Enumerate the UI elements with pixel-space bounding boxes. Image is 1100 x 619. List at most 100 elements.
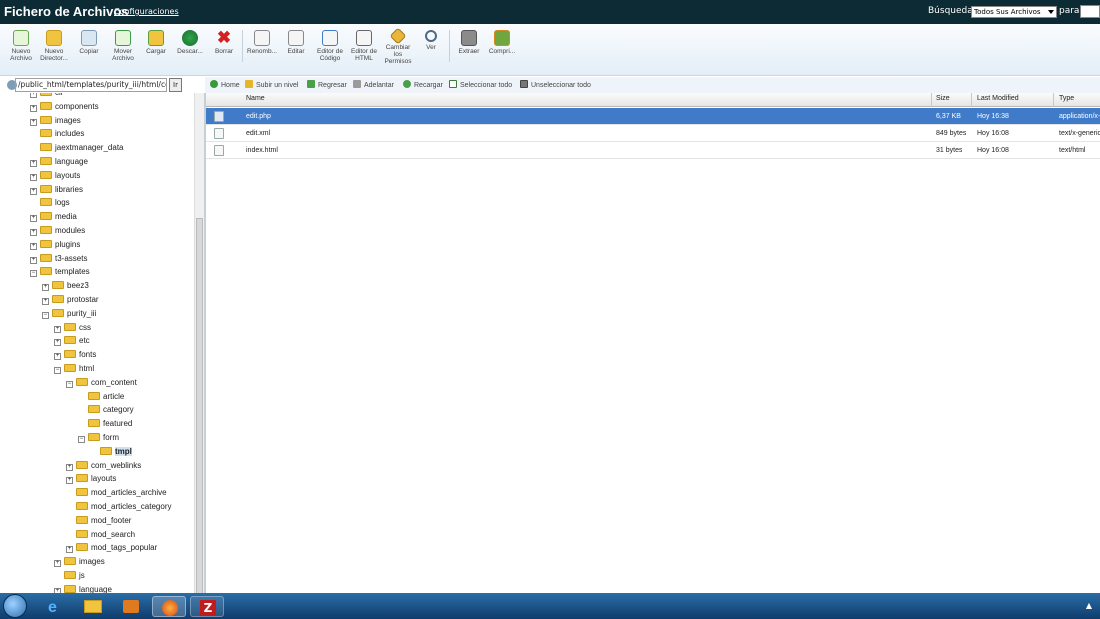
download-button[interactable]: Descar... [173,30,207,55]
collapse-icon[interactable]: − [30,270,37,278]
expand-icon[interactable]: + [30,160,37,167]
tree-node[interactable]: + cli [30,93,63,99]
tree-node[interactable]: + language [54,583,112,593]
unselect-all-button[interactable]: Unseleccionar todo [520,80,591,89]
tree-node[interactable]: featured [78,417,132,430]
collapse-icon[interactable]: − [78,436,85,443]
column-last-modified[interactable]: Last Modified [977,95,1019,102]
column-size[interactable]: Size [936,95,950,102]
tree-node[interactable]: logs [30,196,70,209]
expand-icon[interactable]: + [42,298,49,305]
home-button[interactable]: Home [210,80,240,89]
tree-node[interactable]: − templates [30,265,90,278]
firefox-icon[interactable] [152,596,186,617]
column-type[interactable]: Type [1059,95,1074,102]
media-player-icon[interactable] [114,596,148,617]
view-button[interactable]: Ver [414,30,448,51]
expand-icon[interactable]: + [66,463,73,471]
filezilla-icon[interactable]: Z [190,596,224,617]
expand-icon[interactable]: + [42,284,49,292]
tree-node[interactable]: mod_search [66,528,135,541]
tree-node[interactable]: + libraries [30,183,83,196]
tree-node[interactable]: mod_footer [66,514,131,527]
tree-node[interactable]: + components [30,100,99,113]
expand-icon[interactable]: + [30,229,37,236]
expand-icon[interactable]: + [30,215,37,223]
collapse-icon[interactable]: − [54,367,61,374]
tree-node[interactable]: + com_weblinks [66,459,141,472]
edit-button[interactable]: Editar [279,30,313,55]
delete-button[interactable]: ✖ Borrar [207,29,241,55]
file-explorer-icon[interactable] [76,596,110,617]
expand-icon[interactable]: + [30,242,37,250]
reload-button[interactable]: Recargar [403,80,443,89]
tree-node[interactable]: + modules [30,224,85,237]
tree-node[interactable]: article [78,390,124,403]
start-button[interactable] [3,594,27,618]
select-all-button[interactable]: Seleccionar todo [449,80,512,89]
html-editor-button[interactable]: Editor de HTML [347,30,381,62]
compress-button[interactable]: Compri... [485,30,519,55]
tree-node[interactable]: + images [30,114,81,127]
expand-icon[interactable]: + [30,187,37,195]
tree-node[interactable]: tmpl [90,445,132,458]
table-row[interactable]: edit.php 6,37 KB Hoy 16:38 application/x… [206,108,1100,125]
search-scope-select[interactable]: Todos Sus Archivos [971,6,1057,18]
tree-node[interactable]: + beez3 [42,279,89,292]
expand-icon[interactable]: + [54,353,61,361]
code-editor-button[interactable]: Editor de Código [313,30,347,62]
tree-scrollbar[interactable] [194,93,204,598]
tree-node[interactable]: + t3-assets [30,252,87,265]
tree-node[interactable]: − com_content [66,376,137,389]
tree-node[interactable]: mod_articles_archive [66,486,167,499]
internet-explorer-icon[interactable]: e [38,596,72,617]
collapse-icon[interactable]: − [42,311,49,319]
expand-icon[interactable]: + [30,118,37,126]
tree-node[interactable]: + fonts [54,348,96,361]
change-permissions-button[interactable]: Cambiar los Permisos [381,27,415,65]
tree-node[interactable]: + layouts [30,169,80,182]
expand-icon[interactable]: + [30,173,37,181]
path-input[interactable]: /public_html/templates/purity_iii/html/c… [15,78,167,92]
expand-icon[interactable]: + [66,477,73,485]
tree-node[interactable]: jaextmanager_data [30,141,124,154]
copy-button[interactable]: Copiar [72,30,106,55]
expand-icon[interactable]: + [30,93,37,98]
expand-icon[interactable]: + [30,104,37,112]
extract-button[interactable]: Extraer [452,30,486,55]
tree-node[interactable]: + media [30,210,77,223]
new-folder-button[interactable]: Nuevo Director... [37,30,71,62]
expand-icon[interactable]: + [54,339,61,347]
back-button[interactable]: Regresar [307,80,347,89]
expand-icon[interactable]: + [66,546,73,554]
tree-node[interactable]: + protostar [42,293,99,306]
tree-node[interactable]: js [54,569,85,582]
search-input[interactable] [1080,5,1100,18]
tree-node[interactable]: + plugins [30,238,80,251]
table-row[interactable]: index.html 31 bytes Hoy 16:08 text/html [206,142,1100,159]
forward-button[interactable]: Adelantar [353,80,394,89]
new-file-button[interactable]: Nuevo Archivo [4,30,38,62]
tray-arrow-icon[interactable]: ▲ [1086,601,1092,610]
tree-node[interactable]: mod_articles_category [66,500,171,513]
settings-link[interactable]: Configuraciones [114,7,179,16]
expand-icon[interactable]: + [30,256,37,264]
tree-node[interactable]: − purity_iii [42,307,96,320]
tree-node[interactable]: category [78,403,134,416]
tree-node[interactable]: + language [30,155,88,168]
tree-node[interactable]: + mod_tags_popular [66,541,157,554]
column-name[interactable]: Name [246,95,265,102]
move-file-button[interactable]: Mover Archivo [106,30,140,62]
rename-button[interactable]: Renomb... [245,30,279,55]
tree-node[interactable]: + css [54,321,91,334]
table-row[interactable]: edit.xml 849 bytes Hoy 16:08 text/x-gene… [206,125,1100,142]
upload-button[interactable]: Cargar [139,30,173,55]
expand-icon[interactable]: + [54,560,61,568]
collapse-icon[interactable]: − [66,380,73,388]
tree-node[interactable]: includes [30,127,84,140]
tree-node[interactable]: − form [78,431,119,444]
tree-node[interactable]: + etc [54,334,90,347]
up-one-level-button[interactable]: Subir un nivel [245,80,298,89]
tree-node[interactable]: + layouts [66,472,116,485]
go-button[interactable]: Ir [169,78,182,92]
